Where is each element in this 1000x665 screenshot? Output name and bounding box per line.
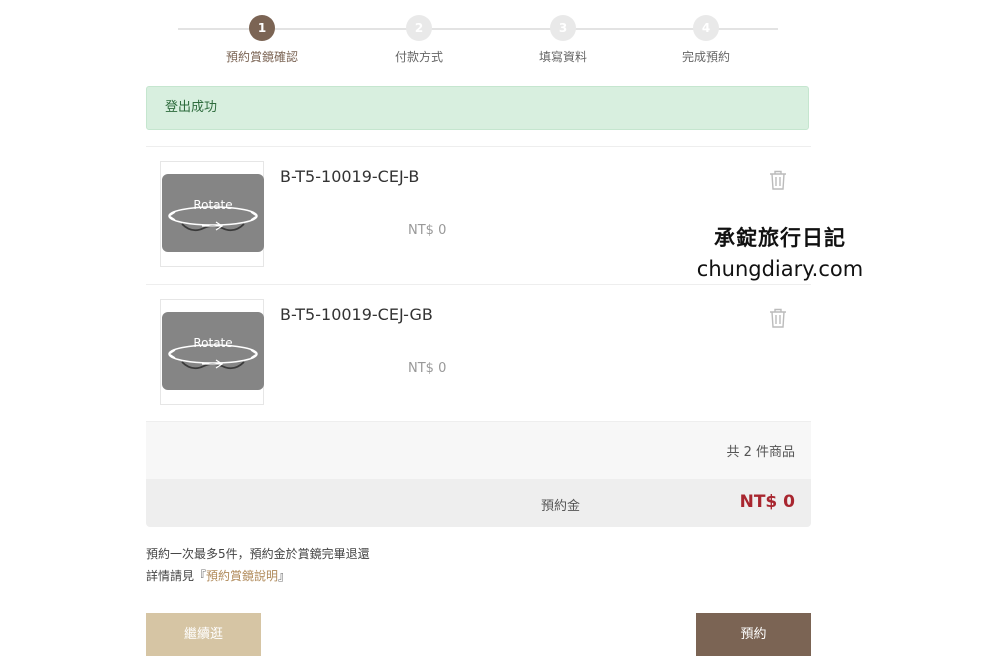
cart-item-list: Rotate B-T5-10019-CEJ-B NT$ 0 Rotate B-T… [146, 146, 811, 422]
product-sku: B-T5-10019-CEJ-B [280, 167, 420, 186]
product-price: NT$ 0 [408, 223, 447, 238]
reservation-info-link[interactable]: 預約賞鏡說明 [206, 569, 278, 583]
details-suffix: 』 [278, 569, 291, 583]
rotate-preview-image: Rotate [162, 174, 264, 252]
step-4: 4 完成預約 [646, 14, 766, 65]
product-price: NT$ 0 [408, 361, 447, 376]
step-3: 3 填寫資料 [503, 14, 623, 65]
step-3-number: 3 [550, 15, 576, 41]
rotate-label: Rotate [193, 336, 233, 350]
product-sku: B-T5-10019-CEJ-GB [280, 305, 433, 324]
watermark-url: chungdiary.com [696, 257, 864, 281]
glasses-rotate-icon [168, 206, 258, 232]
deposit-note: 預約一次最多5件，預約金於賞鏡完畢退還 [146, 547, 370, 561]
step-1: 1 預約賞鏡確認 [202, 14, 322, 65]
step-2-number: 2 [406, 15, 432, 41]
checkout-stepper: 1 預約賞鏡確認 2 付款方式 3 填寫資料 4 完成預約 [178, 14, 778, 70]
step-1-label: 預約賞鏡確認 [225, 50, 298, 64]
watermark-title: 承錠旅行日記 [714, 226, 846, 250]
step-2-label: 付款方式 [394, 50, 443, 64]
glasses-rotate-icon [168, 344, 258, 370]
reserve-button[interactable]: 預約 [696, 613, 811, 656]
product-thumbnail[interactable]: Rotate [160, 299, 264, 405]
rotate-label: Rotate [193, 198, 233, 212]
item-count-row: 共 2 件商品 [146, 421, 811, 479]
deposit-label: 預約金 [541, 499, 581, 514]
product-thumbnail[interactable]: Rotate [160, 161, 264, 267]
rotate-preview-image: Rotate [162, 312, 264, 390]
details-note: 詳情請見『預約賞鏡說明』 [146, 567, 290, 584]
trash-icon[interactable] [768, 307, 788, 329]
cart-item: Rotate B-T5-10019-CEJ-GB NT$ 0 [146, 284, 811, 422]
logout-success-alert: 登出成功 [146, 86, 809, 130]
deposit-row: 預約金 NT$ 0 [146, 479, 811, 527]
step-1-number: 1 [249, 15, 275, 41]
trash-icon[interactable] [768, 169, 788, 191]
step-2: 2 付款方式 [359, 14, 479, 65]
details-prefix: 詳情請見『 [146, 569, 207, 583]
step-4-label: 完成預約 [681, 50, 730, 64]
step-4-number: 4 [693, 15, 719, 41]
continue-shopping-button[interactable]: 繼續逛 [146, 613, 261, 656]
step-3-label: 填寫資料 [538, 50, 587, 64]
order-summary: 共 2 件商品 預約金 NT$ 0 [146, 421, 811, 527]
deposit-value: NT$ 0 [739, 492, 795, 512]
item-count: 共 2 件商品 [726, 445, 795, 460]
